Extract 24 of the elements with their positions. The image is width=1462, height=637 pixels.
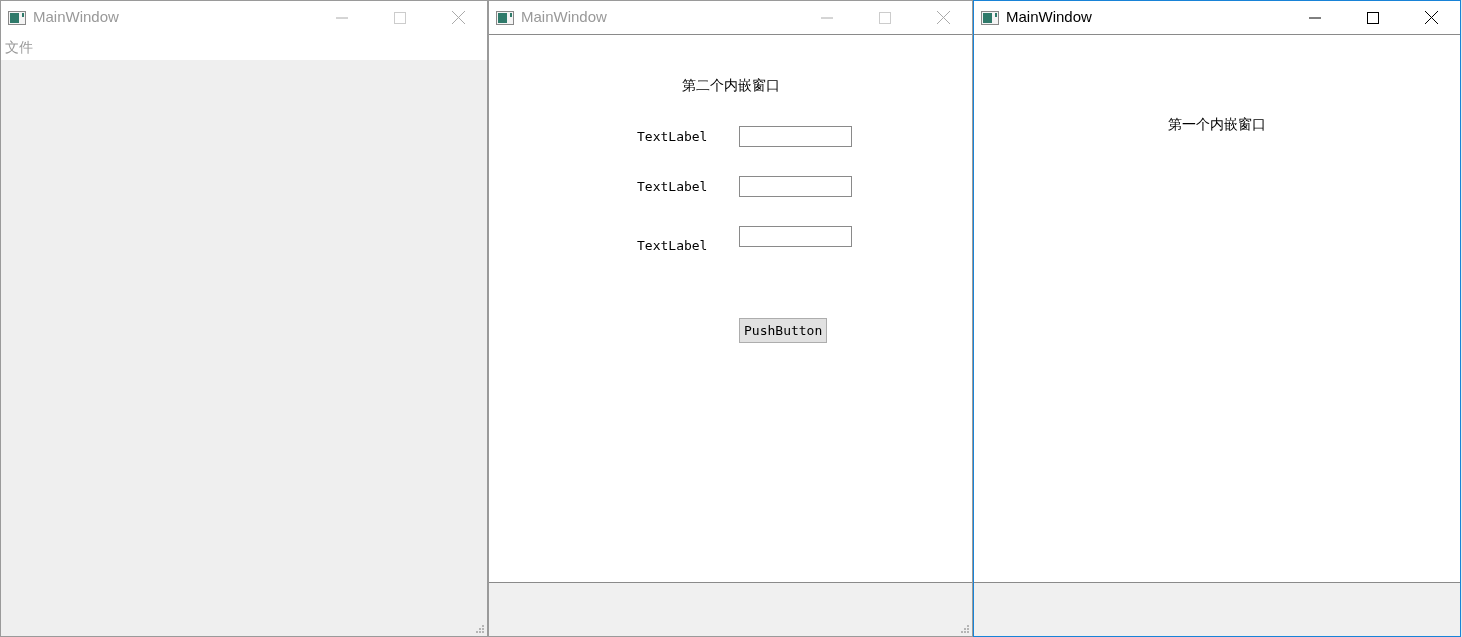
window-app-icon — [496, 10, 514, 25]
push-button[interactable]: PushButton — [739, 317, 828, 343]
panel-heading: 第二个内嵌窗口 — [681, 76, 780, 95]
close-icon — [451, 11, 465, 24]
window-app-icon — [8, 10, 26, 25]
window-title: MainWindow — [33, 7, 119, 28]
maximize-icon — [1367, 11, 1379, 24]
field-label: TextLabel — [637, 177, 709, 196]
window-title: MainWindow — [1006, 7, 1092, 28]
window-title: MainWindow — [521, 7, 607, 28]
maximize-icon — [879, 11, 891, 24]
minimize-icon — [1309, 16, 1321, 19]
maximize-icon — [394, 11, 406, 24]
input-field[interactable] — [739, 126, 852, 147]
minimize-icon — [336, 16, 348, 19]
input-field[interactable] — [739, 176, 852, 197]
close-icon — [936, 11, 950, 24]
panel-heading: 第一个内嵌窗口 — [1168, 115, 1266, 134]
field-label: TextLabel — [637, 237, 709, 255]
close-icon — [1424, 11, 1438, 24]
window-app-icon — [981, 10, 999, 25]
field-label: TextLabel — [637, 127, 709, 146]
input-field[interactable] — [739, 226, 852, 247]
minimize-icon — [821, 16, 833, 19]
